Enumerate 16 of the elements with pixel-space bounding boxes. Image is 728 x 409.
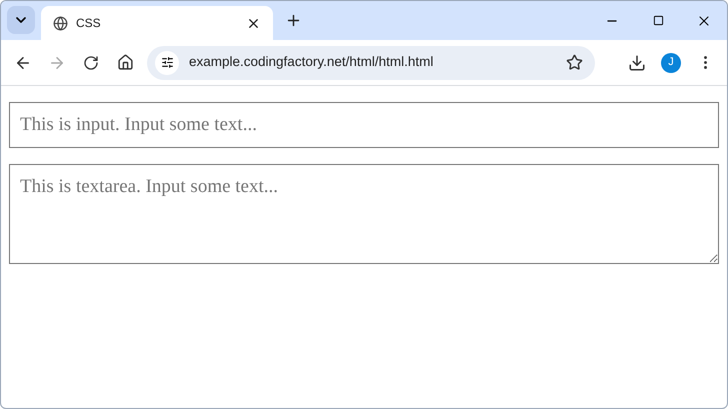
globe-icon <box>53 16 68 30</box>
textarea-field[interactable]: This is textarea. Input some text... <box>9 164 719 264</box>
download-icon[interactable] <box>628 54 646 72</box>
address-bar[interactable]: example.codingfactory.net/html/html.html <box>147 46 595 80</box>
text-input-field[interactable]: This is input. Input some text... <box>9 102 719 148</box>
browser-tab[interactable]: CSS <box>41 6 273 40</box>
tab-search-button[interactable] <box>7 6 35 34</box>
site-settings-icon[interactable] <box>160 56 174 69</box>
tab-title: CSS <box>76 15 102 32</box>
new-tab-icon[interactable] <box>285 12 302 29</box>
maximize-icon[interactable] <box>652 15 664 26</box>
bookmark-star-icon[interactable] <box>566 54 583 71</box>
profile-avatar[interactable]: J <box>661 52 681 72</box>
address-url: example.codingfactory.net/html/html.html <box>189 53 434 72</box>
reload-icon[interactable] <box>83 54 99 70</box>
home-icon[interactable] <box>116 54 134 71</box>
